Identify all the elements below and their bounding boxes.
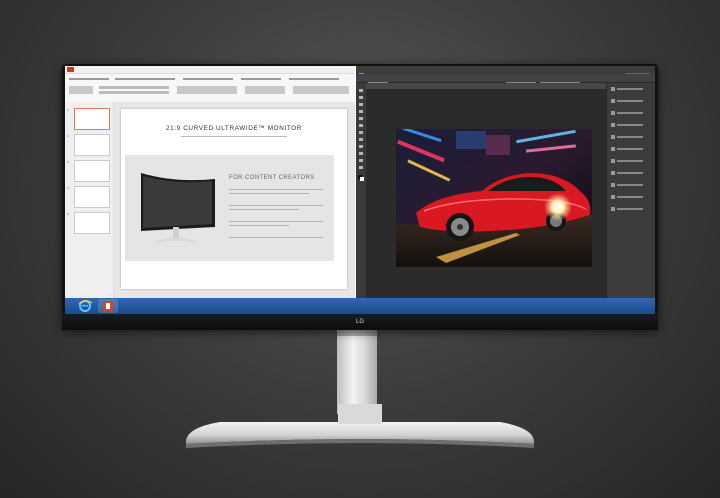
ppt-ribbon[interactable]	[65, 74, 355, 103]
slide-thumbnail[interactable]	[74, 186, 110, 208]
ppt-file-tab[interactable]	[67, 67, 74, 72]
neck-shadow	[337, 330, 377, 336]
panel-body-text-lines	[229, 189, 323, 238]
powerpoint-window: 1 2 3 4 5 21:9 CURVED ULTRAWIDE™ MONITOR…	[65, 66, 355, 298]
ps-right-panels[interactable]	[606, 83, 655, 298]
slide-number: 1	[67, 108, 69, 112]
monitor-screen: 1 2 3 4 5 21:9 CURVED ULTRAWIDE™ MONITOR…	[65, 66, 655, 314]
monitor-product-image	[141, 173, 215, 243]
ppt-title-bar	[65, 66, 355, 74]
slide-number: 3	[67, 160, 69, 164]
slide-thumbnail[interactable]	[74, 108, 110, 130]
monitor-stand-base	[185, 404, 535, 448]
photoshop-window	[356, 66, 655, 298]
content-panel: FOR CONTENT CREATORS	[125, 155, 334, 261]
ps-options-bar[interactable]	[356, 74, 655, 84]
slide-number: 4	[67, 186, 69, 190]
slide-title: 21:9 CURVED ULTRAWIDE™ MONITOR	[165, 125, 302, 132]
slide-thumbnail[interactable]	[74, 212, 110, 234]
car-photo	[396, 129, 592, 267]
ps-tools-panel[interactable]	[356, 83, 366, 298]
slide-subtitle-lines	[181, 136, 287, 137]
slide-thumbnail[interactable]	[74, 160, 110, 182]
powerpoint-icon[interactable]	[98, 299, 118, 313]
ps-menu-bar[interactable]	[356, 66, 655, 77]
ie-icon[interactable]	[75, 299, 95, 313]
current-slide[interactable]: 21:9 CURVED ULTRAWIDE™ MONITOR FOR CONTE…	[121, 109, 347, 289]
slide-thumbnail[interactable]	[74, 134, 110, 156]
panel-heading: FOR CONTENT CREATORS	[229, 175, 315, 181]
monitor-stand-neck	[337, 330, 377, 414]
slide-number: 2	[67, 134, 69, 138]
slide-thumbnail-pane[interactable]: 1 2 3 4 5	[65, 102, 114, 298]
windows-taskbar	[65, 298, 655, 314]
brand-logo: LG	[355, 319, 364, 325]
slide-number: 5	[67, 212, 69, 216]
ps-canvas[interactable]	[366, 89, 606, 298]
